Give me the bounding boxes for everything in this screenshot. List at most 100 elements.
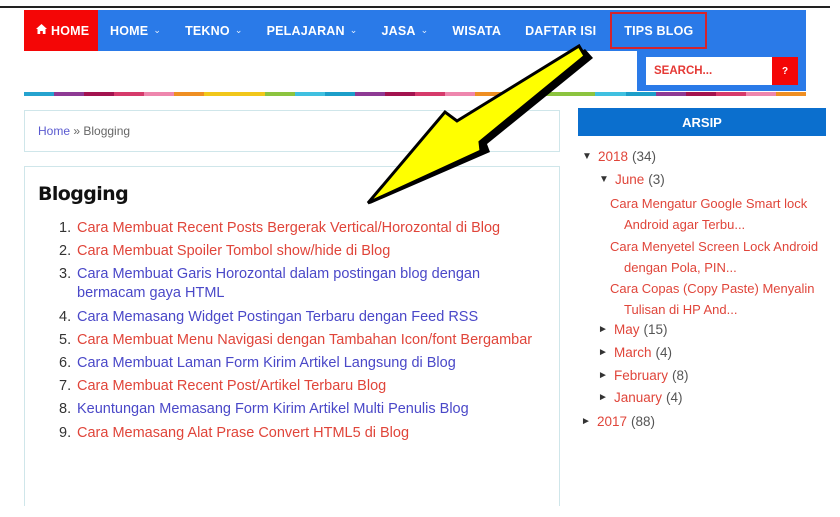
post-list-item: 4. Cara Memasang Widget Postingan Terbaru… xyxy=(59,308,539,327)
post-number: 4. xyxy=(59,308,72,325)
post-list-item: 1. Cara Membuat Recent Posts Bergerak Ver… xyxy=(59,219,539,238)
archive-month-link[interactable]: May xyxy=(614,322,640,337)
stripe-segment xyxy=(535,92,566,96)
nav-item-label: WISATA xyxy=(452,23,502,38)
archive-post-line: Cara Menyetel Screen Lock Android xyxy=(610,239,819,254)
expanded-triangle-icon[interactable]: ▼ xyxy=(582,151,598,162)
search-input[interactable]: SEARCH... xyxy=(646,57,772,85)
archive-month-february[interactable]: ► February (8) xyxy=(598,368,689,383)
home-icon xyxy=(36,24,47,37)
post-link[interactable]: Cara Membuat Garis Horozontal dalam post… xyxy=(77,265,539,303)
label-posts-panel: Blogging 1. Cara Membuat Recent Posts Ber… xyxy=(24,166,560,506)
nav-item-daftar-isi[interactable]: DAFTAR ISI xyxy=(513,10,608,51)
archive-year-link[interactable]: 2017 xyxy=(597,414,627,429)
breadcrumb-home-link[interactable]: Home xyxy=(38,124,70,138)
stripe-segment xyxy=(475,92,506,96)
expanded-triangle-icon[interactable]: ▼ xyxy=(599,174,615,185)
nav-item-label: TEKNO xyxy=(185,23,230,38)
archive-post-line: Tulisan di HP And... xyxy=(624,302,738,317)
post-list-item: 5. Cara Membuat Menu Navigasi dengan Tamb… xyxy=(59,331,539,350)
archive-month-link[interactable]: June xyxy=(615,172,644,187)
post-link[interactable]: Cara Membuat Recent Posts Bergerak Verti… xyxy=(77,219,500,238)
collapsed-triangle-icon[interactable]: ► xyxy=(598,347,614,358)
nav-item-jasa[interactable]: JASA ⌄ xyxy=(370,10,441,51)
stripe-segment xyxy=(114,92,145,96)
main-nav: HOME HOME ⌄ TEKNO ⌄ PELAJARAN ⌄ JASA ⌄ W… xyxy=(24,10,806,51)
collapsed-triangle-icon[interactable]: ► xyxy=(598,324,614,335)
stripe-segment xyxy=(595,92,626,96)
nav-item-label: PELAJARAN xyxy=(266,23,345,38)
collapsed-triangle-icon[interactable]: ► xyxy=(581,416,597,427)
stripe-segment xyxy=(505,92,536,96)
chevron-down-icon: ⌄ xyxy=(234,25,243,35)
post-link[interactable]: Cara Membuat Menu Navigasi dengan Tambah… xyxy=(77,331,532,350)
archive-post-link[interactable]: Cara Mengatur Google Smart lock Android … xyxy=(610,193,830,235)
archive-post-line: dengan Pola, PIN... xyxy=(624,260,737,275)
stripe-segment xyxy=(655,92,686,96)
archive-year-2017[interactable]: ► 2017 (88) xyxy=(581,414,655,429)
post-number: 9. xyxy=(59,424,72,441)
archive-month-june[interactable]: ▼ June (3) xyxy=(599,172,665,187)
post-list-item: 8. Keuntungan Memasang Form Kirim Artikel… xyxy=(59,400,539,419)
post-link[interactable]: Cara Memasang Alat Prase Convert HTML5 d… xyxy=(77,424,409,443)
post-link[interactable]: Cara Membuat Recent Post/Artikel Terbaru… xyxy=(77,377,386,396)
nav-item-home[interactable]: HOME ⌄ xyxy=(98,10,173,51)
decorative-color-stripe xyxy=(24,92,807,96)
stripe-segment xyxy=(415,92,446,96)
archive-post-link[interactable]: Cara Menyetel Screen Lock Android dengan… xyxy=(610,236,830,278)
post-link[interactable]: Cara Membuat Spoiler Tombol show/hide di… xyxy=(77,242,390,261)
archive-month-link[interactable]: February xyxy=(614,368,668,383)
collapsed-triangle-icon[interactable]: ► xyxy=(598,370,614,381)
archive-post-line: Cara Copas (Copy Paste) Menyalin xyxy=(610,281,815,296)
stripe-segment xyxy=(685,92,716,96)
breadcrumb-current: Blogging xyxy=(83,124,131,138)
nav-item-label: HOME xyxy=(110,23,149,38)
archive-count: (4) xyxy=(666,390,683,405)
post-list-item: 2. Cara Membuat Spoiler Tombol show/hide … xyxy=(59,242,539,261)
archive-month-link[interactable]: March xyxy=(614,345,652,360)
post-number: 6. xyxy=(59,354,72,371)
stripe-segment xyxy=(354,92,385,96)
nav-item-wisata[interactable]: WISATA xyxy=(440,10,513,51)
post-list-item: 6. Cara Membuat Laman Form Kirim Artikel … xyxy=(59,354,539,373)
stripe-segment xyxy=(775,92,807,96)
archive-count: (3) xyxy=(648,172,665,187)
page-title: Blogging xyxy=(38,183,129,205)
breadcrumb: Home » Blogging xyxy=(24,110,560,152)
archive-widget-title: ARSIP xyxy=(578,108,826,136)
nav-item-tips-blog[interactable]: TIPS BLOG xyxy=(610,12,708,49)
archive-month-january[interactable]: ► January (4) xyxy=(598,390,683,405)
post-list-item: 7. Cara Membuat Recent Post/Artikel Terba… xyxy=(59,377,539,396)
archive-month-march[interactable]: ► March (4) xyxy=(598,345,672,360)
stripe-segment xyxy=(384,92,416,96)
breadcrumb-separator: » xyxy=(70,124,84,138)
stripe-segment xyxy=(745,92,776,96)
post-number: 8. xyxy=(59,401,72,418)
stripe-segment xyxy=(445,92,476,96)
archive-count: (88) xyxy=(631,414,656,429)
post-number: 3. xyxy=(59,266,72,283)
stripe-segment xyxy=(715,92,746,96)
post-number: 2. xyxy=(59,243,72,260)
archive-count: (4) xyxy=(655,345,673,360)
collapsed-triangle-icon[interactable]: ► xyxy=(598,392,614,403)
archive-month-may[interactable]: ► May (15) xyxy=(598,322,668,337)
stripe-segment xyxy=(264,92,295,96)
post-link[interactable]: Cara Membuat Laman Form Kirim Artikel La… xyxy=(77,354,456,373)
nav-item-tekno[interactable]: TEKNO ⌄ xyxy=(173,10,255,51)
archive-year-link[interactable]: 2018 xyxy=(598,149,628,164)
nav-item-home-active[interactable]: HOME xyxy=(24,10,98,51)
post-link[interactable]: Cara Memasang Widget Postingan Terbaru d… xyxy=(77,308,478,327)
archive-month-link[interactable]: January xyxy=(614,390,662,405)
post-link[interactable]: Keuntungan Memasang Form Kirim Artikel M… xyxy=(77,400,469,419)
chevron-down-icon: ⌄ xyxy=(420,25,429,35)
stripe-segment xyxy=(84,92,115,96)
nav-item-label: TIPS BLOG xyxy=(624,23,694,38)
archive-post-link[interactable]: Cara Copas (Copy Paste) Menyalin Tulisan… xyxy=(610,278,830,320)
search-button[interactable]: ? xyxy=(772,57,798,85)
archive-year-2018[interactable]: ▼ 2018 (34) xyxy=(582,149,656,164)
nav-item-pelajaran[interactable]: PELAJARAN ⌄ xyxy=(255,10,370,51)
post-number: 1. xyxy=(59,220,72,236)
stripe-segment xyxy=(204,92,235,96)
chevron-down-icon: ⌄ xyxy=(349,25,358,35)
